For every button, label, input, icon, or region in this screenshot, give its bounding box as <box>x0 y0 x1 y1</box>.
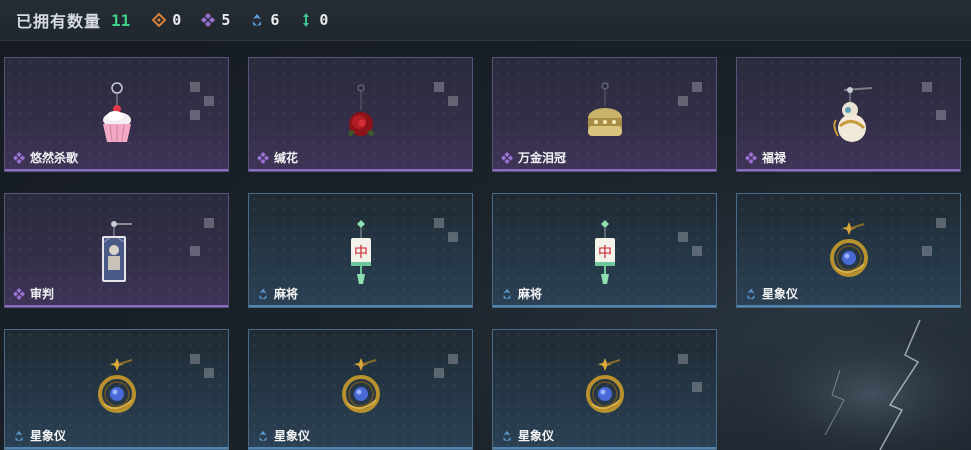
owned-count-value: 11 <box>111 10 131 30</box>
mahjong-charm-icon: 中 <box>594 220 615 284</box>
charm-name: 星象仪 <box>518 429 555 443</box>
svg-text:中: 中 <box>354 245 368 261</box>
blue-chevron-icon <box>747 288 755 299</box>
blue-chevron-icon <box>15 430 23 441</box>
charm-name: 麻将 <box>518 287 543 301</box>
blue-rarity-count: 6 <box>250 11 279 29</box>
charm-card[interactable]: 缄花 <box>248 57 473 172</box>
charm-card[interactable]: 中 麻将 <box>492 193 717 308</box>
blue-chevron-icon <box>259 430 267 441</box>
golden-crown-charm-icon <box>587 82 622 136</box>
charm-card[interactable]: 审判 <box>4 193 229 308</box>
purple-rarity-count: 5 <box>201 11 230 29</box>
charm-name: 悠然杀歌 <box>30 151 79 165</box>
blue-chevron-icon <box>503 288 511 299</box>
charm-card[interactable]: 福禄 <box>736 57 961 172</box>
mahjong-charm-icon: 中 <box>350 220 371 284</box>
charm-name: 星象仪 <box>274 429 311 443</box>
svg-text:中: 中 <box>598 245 612 261</box>
purple-diamond-icon <box>13 287 25 300</box>
charm-name: 麻将 <box>274 287 299 301</box>
purple-diamond-icon <box>745 151 757 164</box>
owned-count-label: 已拥有数量 <box>16 14 102 31</box>
purple-diamond-icon <box>13 151 25 164</box>
astrolabe-charm-icon <box>829 222 868 277</box>
blue-chevron-icon <box>259 288 267 299</box>
gourd-charm-icon <box>832 87 872 142</box>
green-rarity-count: 0 <box>299 11 328 29</box>
charm-card[interactable]: 中 麻将 <box>248 193 473 308</box>
purple-diamond-icon <box>501 151 513 164</box>
rose-charm-icon <box>347 84 374 136</box>
inventory-header: 已拥有数量 11 0 5 6 0 <box>0 0 971 41</box>
astrolabe-charm-icon <box>585 358 624 413</box>
charm-card[interactable]: 星象仪 <box>736 193 961 308</box>
purple-diamond-icon <box>201 13 216 27</box>
charm-card[interactable]: 星象仪 <box>248 329 473 450</box>
astrolabe-charm-icon <box>341 358 380 413</box>
charm-card[interactable]: 星象仪 <box>492 329 717 450</box>
orange-rarity-count: 0 <box>152 11 181 29</box>
storm-background <box>720 310 971 450</box>
tarot-card-charm-icon <box>101 221 132 282</box>
charm-name: 福禄 <box>762 151 787 165</box>
charm-card[interactable]: 星象仪 <box>4 329 229 450</box>
charm-name: 星象仪 <box>30 429 67 443</box>
charm-name: 审判 <box>30 287 55 301</box>
green-arrows-icon <box>303 13 310 27</box>
blue-chevron-icon <box>253 14 262 26</box>
cupcake-charm-icon <box>102 82 131 142</box>
charm-card[interactable]: 万金泪冠 <box>492 57 717 172</box>
purple-diamond-icon <box>257 151 269 164</box>
blue-chevron-icon <box>503 430 511 441</box>
charm-card[interactable]: 悠然杀歌 <box>4 57 229 172</box>
orange-diamond-icon <box>152 13 167 27</box>
charm-name: 星象仪 <box>762 287 799 301</box>
charm-name: 万金泪冠 <box>518 151 567 165</box>
charm-name: 缄花 <box>274 151 299 165</box>
astrolabe-charm-icon <box>97 358 136 413</box>
